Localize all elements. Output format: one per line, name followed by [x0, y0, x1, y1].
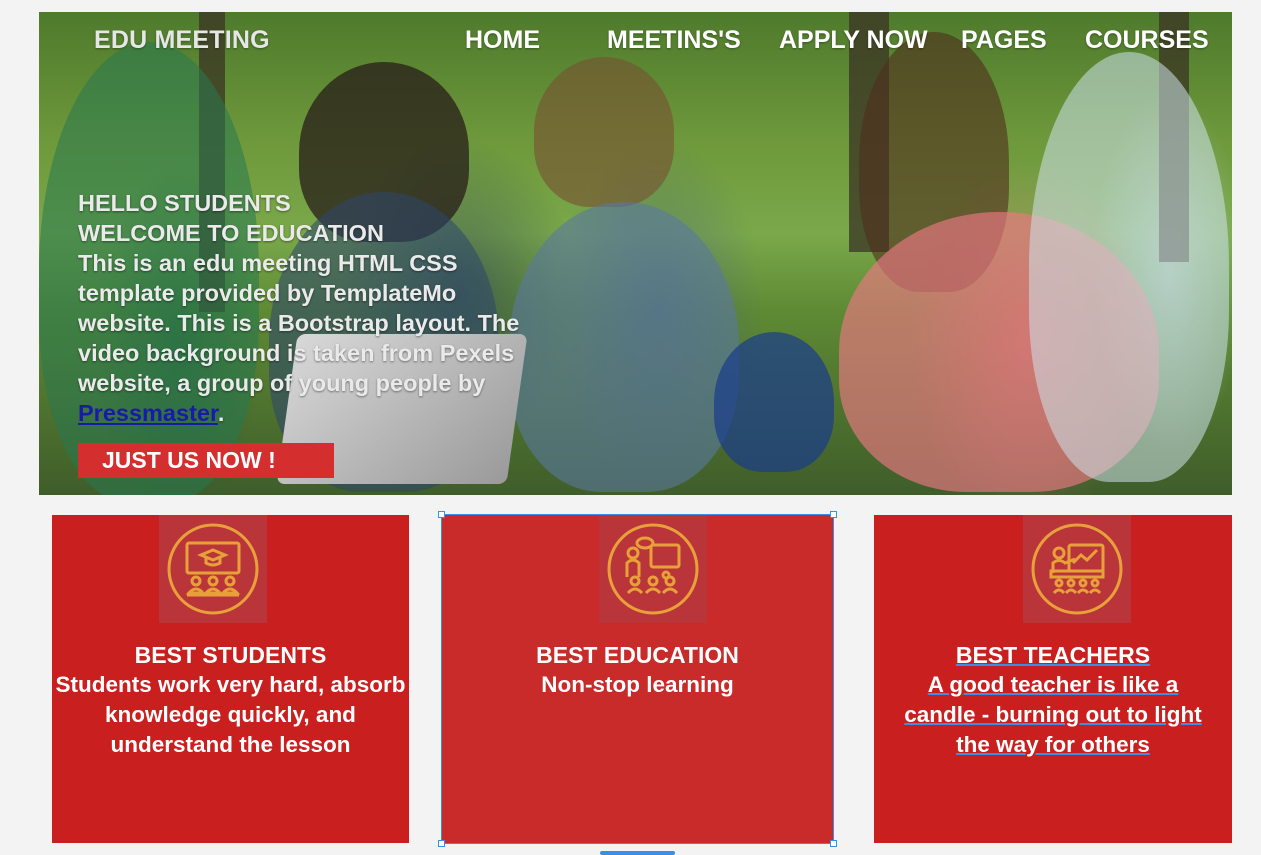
nav-meetings[interactable]: MEETINS'S — [607, 26, 741, 55]
card-description: Non-stop learning — [541, 672, 734, 697]
backpack — [714, 332, 834, 472]
card-description: Students work very hard, absorb knowledg… — [55, 672, 406, 757]
card-description: A good teacher is like a candle - burnin… — [904, 672, 1202, 757]
hero-banner: EDU MEETING HOME MEETINS'S APPLY NOW PAG… — [39, 12, 1232, 495]
hero-greeting: HELLO STUDENTS — [78, 190, 291, 216]
hero-headline: WELCOME TO EDUCATION — [78, 220, 384, 246]
presentation-icon — [1031, 523, 1123, 615]
teacher-figure — [509, 202, 739, 492]
nav-pages[interactable]: PAGES — [961, 26, 1047, 55]
hero-text-block: HELLO STUDENTS WELCOME TO EDUCATION This… — [78, 188, 538, 428]
pressmaster-link[interactable]: Pressmaster — [78, 400, 218, 426]
join-us-button[interactable]: JUST US NOW ! — [78, 443, 334, 478]
nav-home[interactable]: HOME — [465, 26, 540, 55]
hero-description: This is an edu meeting HTML CSS template… — [78, 248, 538, 428]
student-figure — [1029, 52, 1229, 482]
card-best-education[interactable]: BEST EDUCATION Non-stop learning — [438, 511, 837, 847]
teacher-figure — [534, 57, 674, 207]
card-best-teachers[interactable]: BEST TEACHERS A good teacher is like a c… — [874, 515, 1232, 843]
card-title: BEST STUDENTS — [134, 642, 327, 668]
resize-handle[interactable] — [438, 840, 445, 847]
card-title: BEST EDUCATION — [536, 642, 739, 668]
scroll-indicator[interactable] — [600, 851, 675, 855]
main-nav: HOME MEETINS'S APPLY NOW PAGES COURSES — [39, 26, 1232, 56]
hero-body-text: This is an edu meeting HTML CSS template… — [78, 250, 520, 396]
resize-handle[interactable] — [438, 511, 445, 518]
card-best-students[interactable]: BEST STUDENTS Students work very hard, a… — [52, 515, 409, 843]
card-title: BEST TEACHERS — [955, 642, 1151, 668]
nav-courses[interactable]: COURSES — [1085, 26, 1209, 55]
resize-handle[interactable] — [830, 511, 837, 518]
card-icon-box — [1023, 515, 1131, 623]
hero-period: . — [217, 400, 225, 426]
nav-apply-now[interactable]: APPLY NOW — [779, 26, 928, 55]
teacher-board-icon — [607, 523, 699, 615]
card-icon-box — [599, 515, 707, 623]
card-icon-box — [159, 515, 267, 623]
resize-handle[interactable] — [830, 840, 837, 847]
graduation-classroom-icon — [167, 523, 259, 615]
